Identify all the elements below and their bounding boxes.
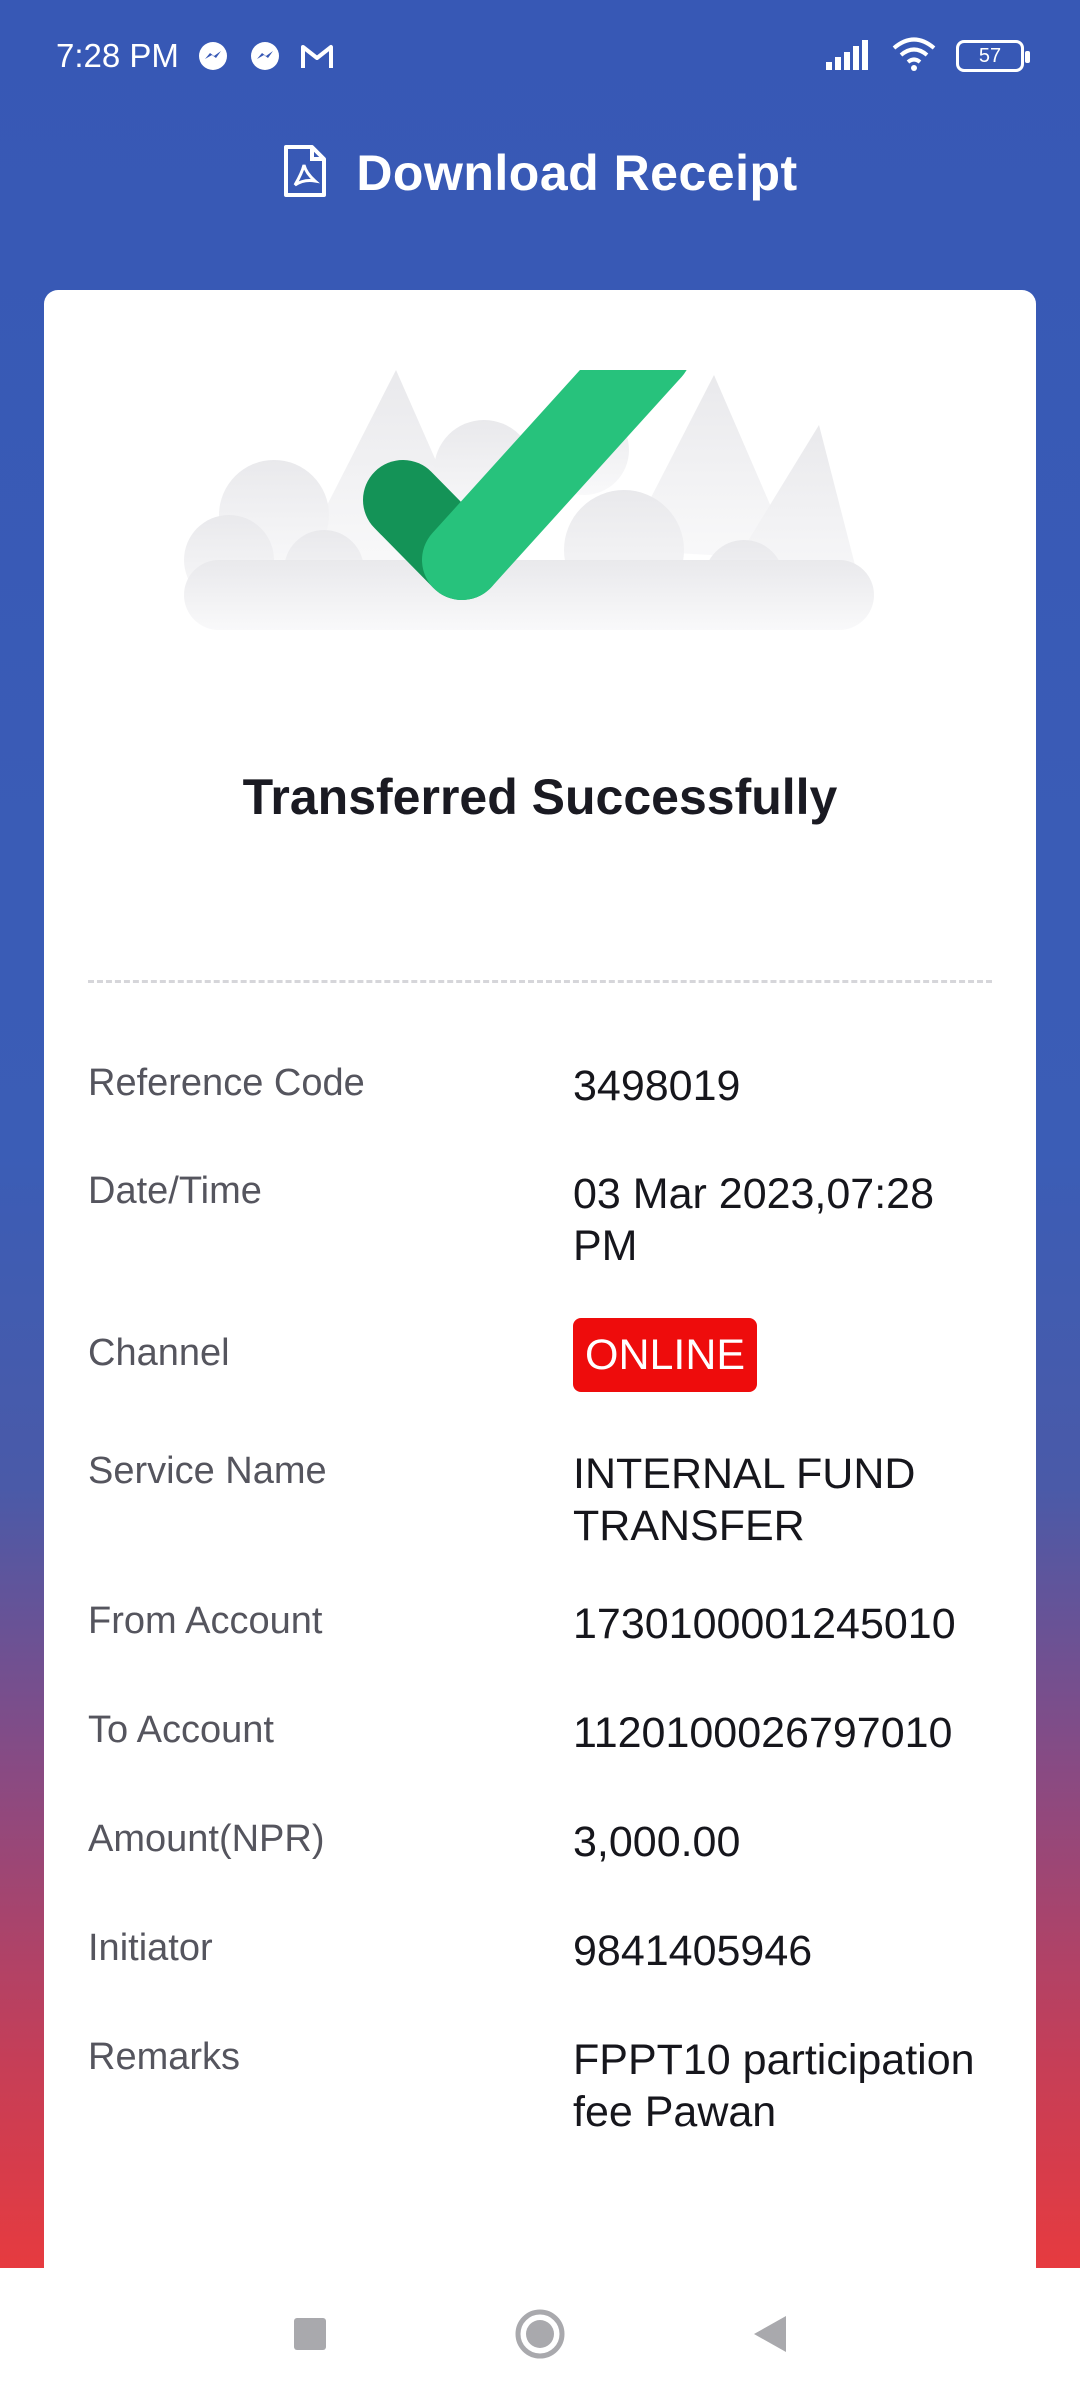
row-remarks: Remarks FPPT10 participation fee Pawan: [88, 2034, 992, 2138]
row-from-account: From Account 1730100001245010: [88, 1598, 992, 1650]
row-value: 9841405946: [573, 1927, 813, 1975]
row-label: Service Name: [88, 1450, 327, 1492]
header: Download Receipt: [0, 128, 1080, 218]
row-value: 1730100001245010: [573, 1600, 956, 1648]
row-value: INTERNAL FUND TRANSFER: [573, 1450, 916, 1550]
row-service-name: Service Name INTERNAL FUND TRANSFER: [88, 1448, 992, 1552]
row-value: 3498019: [573, 1062, 741, 1110]
row-value: 1120100026797010: [573, 1709, 953, 1757]
row-value: FPPT10 participation fee Pawan: [573, 2036, 975, 2136]
row-channel: Channel ONLINE: [88, 1318, 992, 1392]
messenger-icon: [195, 38, 231, 74]
status-time: 7:28 PM: [56, 37, 179, 74]
recents-square-icon[interactable]: [280, 2304, 340, 2364]
dashed-divider: [88, 980, 992, 983]
pdf-file-icon[interactable]: [282, 143, 328, 204]
battery-icon: 57: [956, 40, 1030, 72]
system-nav-bar: [0, 2268, 1080, 2400]
gmail-icon: [299, 38, 335, 74]
row-date-time: Date/Time 03 Mar 2023,07:28 PM: [88, 1168, 992, 1272]
row-value: 3,000.00: [573, 1818, 741, 1866]
row-label: Initiator: [88, 1927, 213, 1969]
page-title[interactable]: Download Receipt: [356, 144, 797, 202]
status-right: 57: [824, 37, 1030, 76]
success-illustration: [184, 370, 874, 630]
signal-icon: [824, 38, 872, 75]
row-value: 03 Mar 2023,07:28 PM: [573, 1170, 934, 1270]
row-label: Reference Code: [88, 1062, 365, 1104]
receipt-card: Transferred Successfully Reference Code …: [44, 290, 1036, 2290]
row-label: From Account: [88, 1600, 323, 1642]
row-reference-code: Reference Code 3498019: [88, 1060, 992, 1112]
row-to-account: To Account 1120100026797010: [88, 1707, 992, 1759]
row-label: Amount(NPR): [88, 1818, 325, 1860]
messenger-icon: [247, 38, 283, 74]
row-initiator: Initiator 9841405946: [88, 1925, 992, 1977]
row-value: ONLINE: [573, 1318, 983, 1392]
back-triangle-icon[interactable]: [740, 2304, 800, 2364]
row-label: Remarks: [88, 2036, 241, 2078]
battery-level: 57: [978, 44, 1002, 67]
home-circle-icon[interactable]: [510, 2304, 570, 2364]
channel-badge: ONLINE: [573, 1318, 758, 1392]
row-label: Channel: [88, 1332, 230, 1374]
success-title: Transferred Successfully: [242, 769, 838, 825]
wifi-icon: [892, 37, 936, 76]
status-bar: 7:28 PM 57: [0, 0, 1080, 112]
status-left: 7:28 PM: [56, 37, 335, 75]
row-amount: Amount(NPR) 3,000.00: [88, 1816, 992, 1868]
row-label: To Account: [88, 1709, 274, 1751]
row-label: Date/Time: [88, 1170, 262, 1212]
